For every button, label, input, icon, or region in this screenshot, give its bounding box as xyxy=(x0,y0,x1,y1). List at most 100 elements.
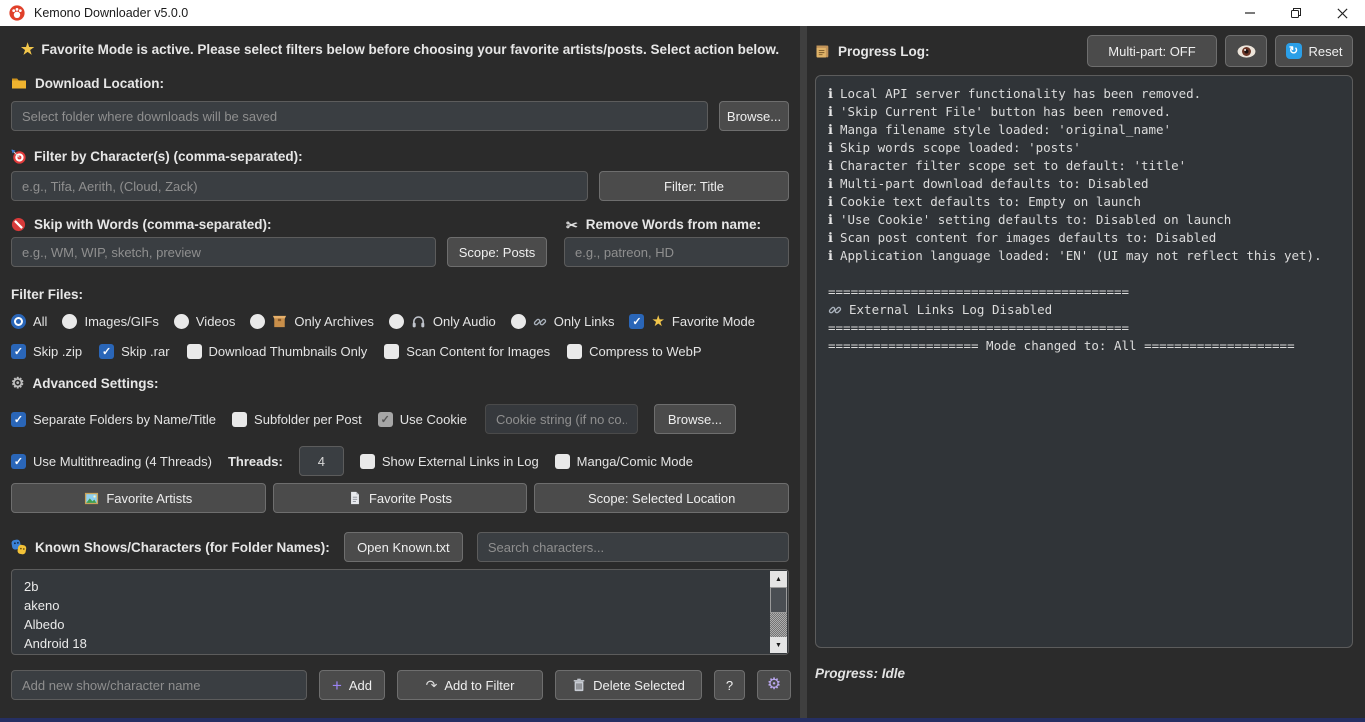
info-icon: ℹ xyxy=(828,214,833,227)
scroll-up-button[interactable]: ▲ xyxy=(770,571,787,587)
progress-panel: Progress Log: Multi-part: OFF ↻ Reset ℹL… xyxy=(807,26,1365,718)
list-item[interactable]: Albedo xyxy=(24,615,764,634)
list-item[interactable]: akeno xyxy=(24,596,764,615)
scroll-track[interactable] xyxy=(770,587,787,637)
checkbox-separate-folders-by-name-title[interactable]: Separate Folders by Name/Title xyxy=(11,412,216,427)
radio-images-gifs[interactable]: Images/GIFs xyxy=(62,314,158,329)
favorite-mode-banner-text: Favorite Mode is active. Please select f… xyxy=(41,42,779,57)
checkbox-skip-rar[interactable]: Skip .rar xyxy=(99,344,169,359)
kemono-logo-icon xyxy=(9,5,25,21)
star-icon: ★ xyxy=(21,42,34,57)
favorite-posts-button[interactable]: Favorite Posts xyxy=(273,483,528,513)
log-line-text: ==================== Mode changed to: Al… xyxy=(828,337,1295,355)
checkbox-download-thumbnails-only[interactable]: Download Thumbnails Only xyxy=(187,344,368,359)
redo-arrow-icon: ↷ xyxy=(426,678,438,692)
add-character-button[interactable]: + Add xyxy=(319,670,385,700)
browse-download-button[interactable]: Browse... xyxy=(719,101,789,131)
delete-selected-button[interactable]: Delete Selected xyxy=(555,670,702,700)
reset-icon: ↻ xyxy=(1286,43,1302,59)
log-line: ℹ'Skip Current File' button has been rem… xyxy=(828,103,1340,121)
radio-only-audio[interactable]: Only Audio xyxy=(389,314,496,329)
checkbox-subfolder-per-post[interactable]: Subfolder per Post xyxy=(232,412,362,427)
log-line: ℹApplication language loaded: 'EN' (UI m… xyxy=(828,247,1340,265)
folder-icon xyxy=(11,75,27,91)
search-characters-input[interactable] xyxy=(477,532,789,562)
checkbox-use-cookie[interactable]: Use Cookie xyxy=(378,412,467,427)
checkbox-control xyxy=(384,344,399,359)
checkbox-use-multithreading-4-threads[interactable]: Use Multithreading (4 Threads) xyxy=(11,454,212,469)
radio-control xyxy=(174,314,189,329)
cookie-string-input[interactable] xyxy=(485,404,638,434)
radio-only-archives[interactable]: Only Archives xyxy=(250,314,373,329)
list-item[interactable]: 2b xyxy=(24,577,764,596)
log-line-text: Skip words scope loaded: 'posts' xyxy=(840,139,1081,157)
character-filter-input[interactable] xyxy=(11,171,588,201)
list-item[interactable]: Android 18 xyxy=(24,634,764,653)
checkbox-show-external-links-in-log[interactable]: Show External Links in Log xyxy=(360,454,539,469)
log-line xyxy=(828,265,1340,283)
log-line-text: Local API server functionality has been … xyxy=(840,85,1201,103)
multipart-toggle-button[interactable]: Multi-part: OFF xyxy=(1087,35,1217,67)
advanced-settings-label: ⚙ Advanced Settings: xyxy=(11,376,789,391)
log-line: ==================== Mode changed to: Al… xyxy=(828,337,1340,355)
plus-icon: + xyxy=(332,677,342,694)
log-line-text xyxy=(828,265,836,283)
option-label: Skip .zip xyxy=(33,344,82,359)
scroll-down-button[interactable]: ▼ xyxy=(770,637,787,653)
add-character-input[interactable] xyxy=(11,670,307,700)
option-label: Show External Links in Log xyxy=(382,454,539,469)
log-line-text: ======================================== xyxy=(828,319,1129,337)
log-line: ℹCookie text defaults to: Empty on launc… xyxy=(828,193,1340,211)
settings-gear-button[interactable]: ⚙ xyxy=(757,670,791,700)
browse-cookie-button[interactable]: Browse... xyxy=(654,404,736,434)
add-to-filter-button[interactable]: ↷ Add to Filter xyxy=(397,670,543,700)
info-icon: ℹ xyxy=(828,106,833,119)
progress-log-label: Progress Log: xyxy=(815,44,930,59)
help-button[interactable]: ? xyxy=(714,670,745,700)
remove-words-input[interactable] xyxy=(564,237,789,267)
checkbox-compress-to-webp[interactable]: Compress to WebP xyxy=(567,344,701,359)
checkbox-manga-comic-mode[interactable]: Manga/Comic Mode xyxy=(555,454,693,469)
scroll-thumb[interactable] xyxy=(770,587,787,613)
scissors-icon: ✂ xyxy=(566,218,578,232)
download-location-input[interactable] xyxy=(11,101,708,131)
reset-button[interactable]: ↻ Reset xyxy=(1275,35,1353,67)
checkbox-scan-content-for-images[interactable]: Scan Content for Images xyxy=(384,344,550,359)
close-button[interactable] xyxy=(1319,0,1365,26)
info-icon: ℹ xyxy=(828,178,833,191)
checkbox-skip-zip[interactable]: Skip .zip xyxy=(11,344,82,359)
radio-only-links[interactable]: Only Links xyxy=(511,314,615,329)
checkbox-favorite-mode[interactable]: ★Favorite Mode xyxy=(629,314,755,329)
restore-button[interactable] xyxy=(1273,0,1319,26)
option-label: Only Archives xyxy=(294,314,373,329)
scroll-icon xyxy=(815,44,830,59)
option-label: Subfolder per Post xyxy=(254,412,362,427)
app-window: Kemono Downloader v5.0.0 ★ Favorite Mode… xyxy=(0,0,1365,722)
favorite-scope-button[interactable]: Scope: Selected Location xyxy=(534,483,789,513)
log-line-text: External Links Log Disabled xyxy=(849,301,1052,319)
option-label: Only Links xyxy=(554,314,615,329)
open-known-txt-button[interactable]: Open Known.txt xyxy=(344,532,463,562)
threads-input[interactable] xyxy=(299,446,344,476)
eye-toggle-button[interactable] xyxy=(1225,35,1267,67)
log-line: ℹ'Use Cookie' setting defaults to: Disab… xyxy=(828,211,1340,229)
skip-scope-button[interactable]: Scope: Posts xyxy=(447,237,547,267)
option-label: All xyxy=(33,314,47,329)
radio-videos[interactable]: Videos xyxy=(174,314,236,329)
known-characters-list[interactable]: 2bakenoAlbedoAndroid 18Android 21 ▲ ▼ xyxy=(11,569,789,655)
log-line: ℹLocal API server functionality has been… xyxy=(828,85,1340,103)
radio-all[interactable]: All xyxy=(11,314,47,329)
info-icon: ℹ xyxy=(828,124,833,137)
checkbox-control xyxy=(11,412,26,427)
option-label: Manga/Comic Mode xyxy=(577,454,693,469)
minimize-button[interactable] xyxy=(1227,0,1273,26)
checkbox-control xyxy=(187,344,202,359)
list-scrollbar[interactable]: ▲ ▼ xyxy=(770,571,787,653)
list-item[interactable]: Android 21 xyxy=(24,653,764,655)
option-label: Separate Folders by Name/Title xyxy=(33,412,216,427)
log-line: ======================================== xyxy=(828,283,1340,301)
skip-words-input[interactable] xyxy=(11,237,436,267)
filter-scope-button[interactable]: Filter: Title xyxy=(599,171,789,201)
panel-splitter[interactable] xyxy=(800,26,807,718)
favorite-artists-button[interactable]: Favorite Artists xyxy=(11,483,266,513)
